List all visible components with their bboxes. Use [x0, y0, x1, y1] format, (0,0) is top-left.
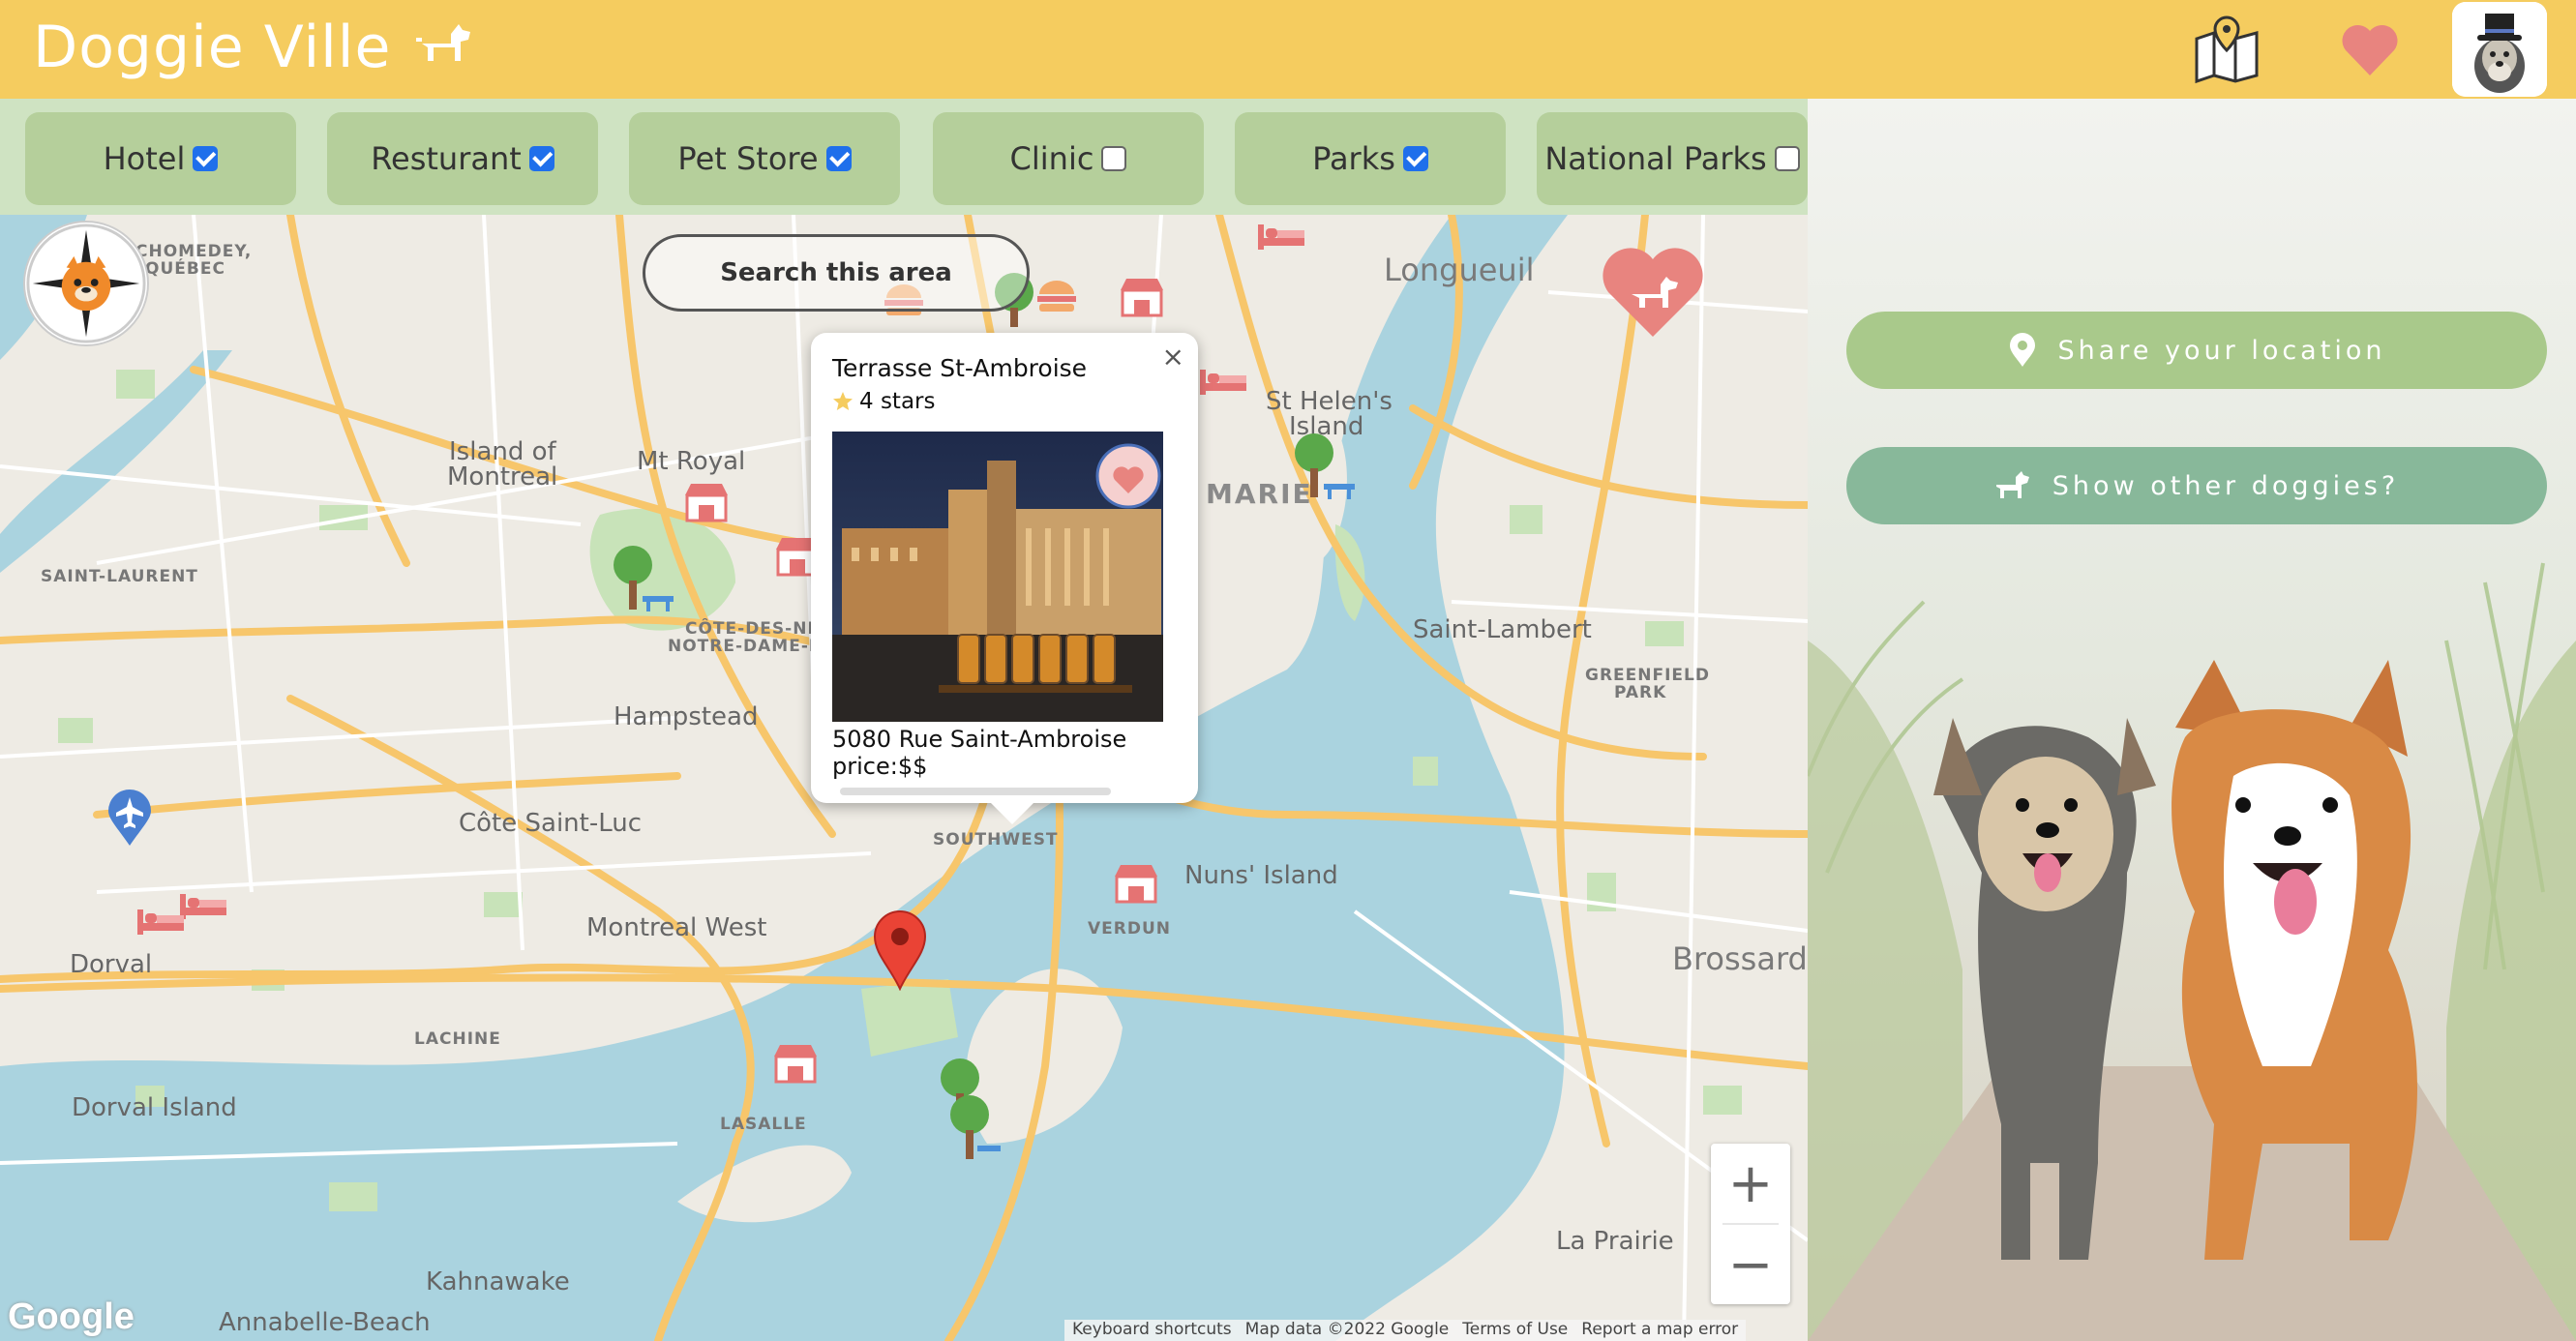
filter-national-parks[interactable]: National Parks — [1537, 112, 1808, 205]
map-label-kahnawake: Kahnawake — [426, 1267, 570, 1296]
show-other-doggies-button[interactable]: Show other doggies? — [1846, 447, 2547, 524]
zoom-out-button[interactable]: − — [1711, 1225, 1790, 1304]
dogs-photo-image — [1808, 99, 2576, 1341]
map-label-greenfield: GREENFIELD — [1585, 666, 1710, 685]
map-label-nuns-island: Nuns' Island — [1184, 861, 1338, 890]
filter-bar: Hotel Resturant Pet Store Clinic Parks N… — [0, 99, 1808, 215]
filter-restaurant[interactable]: Resturant — [327, 112, 598, 205]
search-this-area-button[interactable]: Search this area — [643, 234, 1030, 312]
favorite-dog-pin-icon[interactable] — [1599, 246, 1707, 339]
popup-address: 5080 Rue Saint-Ambroise — [832, 726, 1127, 753]
clinic-checkbox[interactable] — [1101, 146, 1127, 171]
hotel-marker[interactable] — [135, 908, 186, 937]
filter-label: Hotel — [103, 140, 186, 177]
location-pin-icon — [2009, 333, 2035, 367]
map-label-montreal: Montreal — [447, 462, 558, 492]
filter-label: Pet Store — [677, 140, 819, 177]
filter-label: Clinic — [1009, 140, 1094, 177]
airport-marker[interactable] — [106, 790, 153, 848]
map-label-la-prairie: La Prairie — [1556, 1227, 1674, 1256]
filter-hotel[interactable]: Hotel — [25, 112, 296, 205]
map-label-saint-lambert: Saint-Lambert — [1413, 615, 1592, 644]
app-header: Doggie Ville — [0, 0, 2576, 99]
terms-of-use-link[interactable]: Terms of Use — [1462, 1320, 1568, 1341]
map-label-longueuil: Longueuil — [1384, 252, 1535, 288]
compass-icon[interactable] — [23, 221, 149, 346]
parks-checkbox[interactable] — [1402, 146, 1428, 171]
map-pin-icon[interactable] — [2191, 14, 2262, 85]
map-label-dorval-island: Dorval Island — [72, 1093, 237, 1122]
zoom-in-button[interactable]: + — [1711, 1144, 1790, 1223]
pet-store-marker[interactable] — [1035, 279, 1078, 315]
map-label-dorval: Dorval — [70, 950, 153, 979]
heart-icon[interactable] — [2340, 23, 2400, 77]
place-photo — [832, 432, 1163, 722]
map-label-brossard: Brossard — [1672, 940, 1808, 977]
map-label-cote-saint-luc: Côte Saint-Luc — [459, 809, 643, 838]
filter-label: National Parks — [1544, 140, 1767, 177]
map-label-verdun: VERDUN — [1088, 919, 1172, 939]
map-label-lachine: LACHINE — [414, 1029, 501, 1049]
close-icon[interactable]: × — [1162, 341, 1184, 372]
filter-parks[interactable]: Parks — [1235, 112, 1506, 205]
map-label-hampstead: Hampstead — [614, 702, 759, 731]
avatar[interactable] — [2452, 2, 2547, 97]
share-location-button[interactable]: Share your location — [1846, 312, 2547, 389]
hotel-checkbox[interactable] — [193, 146, 219, 171]
restaurant-marker[interactable] — [772, 1043, 819, 1086]
show-other-doggies-label: Show other doggies? — [2052, 470, 2400, 501]
pet-store-checkbox[interactable] — [825, 146, 852, 171]
hotel-marker[interactable] — [1198, 368, 1248, 397]
restaurant-checkbox[interactable] — [528, 146, 554, 171]
map-label-park: PARK — [1614, 683, 1667, 702]
map-label-annabelle-beach: Annabelle-Beach — [219, 1308, 431, 1337]
restaurant-marker[interactable] — [683, 482, 730, 524]
place-popup: Terrasse St-Ambroise 4 stars × 5080 Rue … — [811, 333, 1198, 824]
restaurant-marker[interactable] — [1113, 863, 1159, 906]
popup-stars-label: 4 stars — [859, 389, 936, 414]
filter-pet-store[interactable]: Pet Store — [629, 112, 900, 205]
map-label-lasalle: LASALLE — [720, 1115, 807, 1134]
map-attribution: Keyboard shortcuts Map data ©2022 Google… — [1064, 1320, 1747, 1341]
map-label-chomedey: CHOMEDEY, — [135, 242, 253, 261]
dog-icon — [416, 24, 471, 61]
park-marker[interactable] — [935, 1057, 1003, 1163]
keyboard-shortcuts-link[interactable]: Keyboard shortcuts — [1072, 1320, 1232, 1341]
star-icon — [833, 392, 853, 410]
map-label-saint-laurent: SAINT-LAURENT — [41, 567, 198, 586]
google-logo[interactable]: Google — [8, 1296, 135, 1338]
map-label-southwest: SOUTHWEST — [933, 830, 1059, 849]
map-label-montreal-west: Montreal West — [586, 913, 767, 942]
filter-label: Parks — [1312, 140, 1395, 177]
park-marker[interactable] — [608, 544, 675, 613]
filter-clinic[interactable]: Clinic — [933, 112, 1204, 205]
dog-icon — [1995, 471, 2029, 498]
hotel-marker[interactable] — [1256, 223, 1306, 252]
zoom-control: + − — [1711, 1144, 1790, 1304]
map-label-mt-royal: Mt Royal — [637, 447, 746, 476]
national-parks-checkbox[interactable] — [1774, 146, 1800, 171]
report-map-error-link[interactable]: Report a map error — [1581, 1320, 1738, 1341]
filter-label: Resturant — [371, 140, 522, 177]
place-photo-image — [832, 432, 1163, 722]
park-marker[interactable] — [1289, 432, 1357, 501]
current-location-pin[interactable] — [873, 909, 927, 991]
popup-rating: 4 stars — [832, 389, 935, 414]
share-location-label: Share your location — [2057, 335, 2386, 366]
restaurant-marker[interactable] — [1119, 277, 1165, 319]
popup-price: price:$$ — [832, 753, 928, 780]
popup-scrollbar[interactable] — [840, 788, 1111, 795]
app-title: Doggie Ville — [33, 14, 392, 81]
map-label-quebec: QUÉBEC — [145, 259, 225, 279]
avatar-icon — [2452, 2, 2547, 97]
dogs-photo — [1808, 99, 2576, 1341]
popup-title: Terrasse St-Ambroise — [832, 354, 1088, 382]
map-data-text: Map data ©2022 Google — [1244, 1320, 1450, 1339]
brand[interactable]: Doggie Ville — [33, 14, 474, 81]
